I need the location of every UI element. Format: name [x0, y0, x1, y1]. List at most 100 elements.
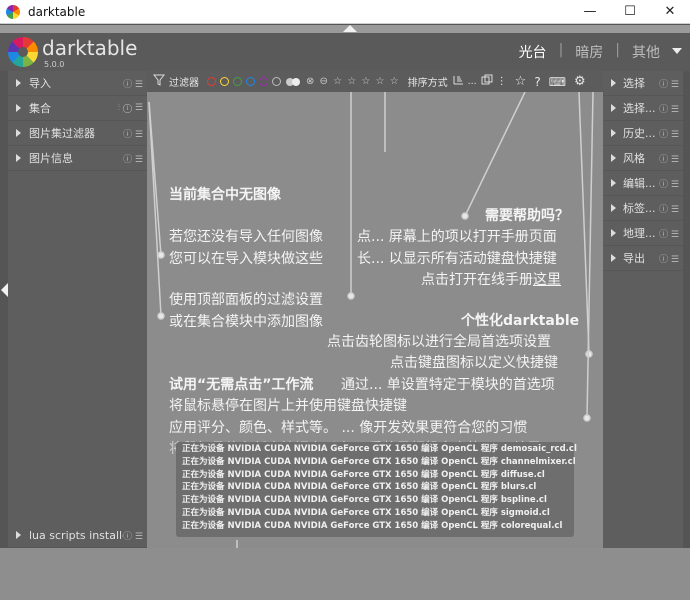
color-label-green-icon[interactable]: [233, 77, 242, 86]
sort-toggle-icon[interactable]: …: [468, 77, 477, 87]
online-manual-link[interactable]: 这里: [533, 272, 561, 288]
import-hint-line2: 您可以在导入模块做这些: [169, 251, 323, 267]
module-label: 选择...: [623, 102, 656, 115]
module-label: 导出: [623, 252, 645, 265]
module-selected-images[interactable]: 选择... ⓘ ☰: [603, 96, 683, 121]
import-hint-line1: 若您还没有导入任何图像: [169, 229, 323, 245]
module-history-stack[interactable]: 历史... ⓘ ☰: [603, 121, 683, 146]
module-controls-icon[interactable]: ⓘ ☰: [659, 102, 679, 115]
grouping-icon[interactable]: ⋮: [497, 76, 507, 87]
opencl-compile-log: 正在为设备 NVIDIA CUDA NVIDIA GeForce GTX 165…: [176, 442, 577, 537]
personalize-hint-line1: 点击齿轮图标以进行全局首选项设置: [327, 334, 551, 350]
module-label: 集合: [29, 102, 51, 115]
module-label: 地理...: [623, 227, 656, 240]
preferences-star-icon[interactable]: ☆: [515, 74, 527, 89]
module-export[interactable]: 导出 ⓘ ☰: [603, 246, 683, 271]
module-label: 选择: [623, 77, 645, 90]
module-label: lua scripts installer: [29, 528, 124, 542]
module-collections[interactable]: 集合 ⫶ ⓘ ☰: [8, 96, 147, 121]
right-panel-toggle-strip[interactable]: [683, 71, 690, 548]
view-separator: |: [615, 42, 620, 58]
log-line: 正在为设备 NVIDIA CUDA NVIDIA GeForce GTX 165…: [182, 456, 576, 467]
maximize-button[interactable]: ☐: [610, 0, 650, 24]
filter-hint-line1: 使用顶部面板的过滤设置: [169, 292, 323, 308]
expand-triangle-icon: [16, 129, 21, 137]
darktable-logo-icon: [8, 37, 38, 67]
module-collection-filters[interactable]: 图片集过滤器 ⓘ ☰: [8, 121, 147, 146]
module-controls-icon[interactable]: ⓘ ☰: [659, 177, 679, 190]
app-icon: [6, 4, 20, 19]
help-hint-line3: 点击打开在线手册这里: [421, 269, 561, 289]
minimize-button[interactable]: —: [570, 0, 610, 24]
gear-icon[interactable]: ⚙: [574, 74, 586, 89]
module-label: 编辑...: [623, 177, 656, 190]
rating-filter[interactable]: ⊗ ⊖ ☆ ☆ ☆ ☆ ☆: [306, 76, 400, 87]
module-styles[interactable]: 风格 ⓘ ☰: [603, 146, 683, 171]
left-panel-toggle-strip[interactable]: [0, 71, 8, 548]
right-panel: 选择 ⓘ ☰ 选择... ⓘ ☰ 历史... ⓘ ☰ 风格 ⓘ ☰ 编辑... …: [603, 71, 683, 548]
overlay-icon[interactable]: [481, 74, 493, 89]
module-controls-icon[interactable]: ⫶ ⓘ ☰: [118, 103, 143, 113]
module-controls-icon[interactable]: ⓘ ☰: [659, 127, 679, 140]
module-label: 图片信息: [29, 152, 73, 165]
views-dropdown-icon[interactable]: [672, 48, 682, 54]
view-lighttable[interactable]: 光台: [519, 42, 547, 62]
module-metadata-editor[interactable]: 编辑... ⓘ ☰: [603, 171, 683, 196]
module-import[interactable]: 导入 ⓘ ☰: [8, 71, 147, 96]
log-line: 正在为设备 NVIDIA CUDA NVIDIA GeForce GTX 165…: [182, 507, 550, 518]
expand-triangle-icon: [16, 104, 21, 112]
module-select[interactable]: 选择 ⓘ ☰: [603, 71, 683, 96]
filter-funnel-icon[interactable]: [152, 74, 166, 89]
help-hint-text: 点击打开在线手册: [421, 272, 533, 288]
expand-triangle-icon: [16, 154, 21, 162]
keyboard-shortcuts-icon[interactable]: ⌨: [549, 75, 566, 89]
module-image-information[interactable]: 图片信息 ⓘ ☰: [8, 146, 147, 171]
left-panel: 导入 ⓘ ☰ 集合 ⫶ ⓘ ☰ 图片集过滤器 ⓘ ☰ 图片信息 ⓘ ☰ lua …: [8, 71, 147, 548]
expand-triangle-icon: [611, 104, 616, 112]
color-label-blue-icon[interactable]: [246, 77, 255, 86]
help-hint-line1: 点... 屏幕上的项以打开手册页面: [357, 229, 557, 245]
module-controls-icon[interactable]: ⓘ ☰: [123, 152, 143, 165]
noclick-hint-line1-tail: 通过... 单设置特定于模块的首选项: [341, 377, 555, 393]
view-other[interactable]: 其他: [632, 42, 660, 62]
filter-toolbar: 过滤器 ⊗ ⊖ ☆ ☆ ☆ ☆ ☆ 排序方式 … ⋮ ☆ ? ⌨ ⚙: [147, 71, 603, 92]
help-icon[interactable]: ?: [534, 75, 540, 89]
color-label-purple-icon[interactable]: [259, 77, 268, 86]
no-images-title: 当前集合中无图像: [169, 187, 281, 203]
module-controls-icon[interactable]: ⓘ ☰: [123, 529, 143, 542]
expand-triangle-icon: [611, 154, 616, 162]
expand-triangle-icon: [16, 79, 21, 87]
collapse-top-arrow-icon[interactable]: [343, 25, 357, 32]
color-label-red-icon[interactable]: [207, 77, 216, 86]
collapse-left-arrow-icon[interactable]: [1, 283, 8, 297]
module-lua-scripts-installer[interactable]: lua scripts installer ⓘ ☰: [8, 523, 147, 548]
module-controls-icon[interactable]: ⓘ ☰: [123, 127, 143, 140]
close-button[interactable]: ✕: [650, 0, 690, 24]
module-controls-icon[interactable]: ⓘ ☰: [659, 252, 679, 265]
color-op-toggle-icon[interactable]: [286, 77, 300, 86]
help-title: 需要帮助吗？: [485, 208, 569, 224]
color-label-gray-icon[interactable]: [272, 77, 281, 86]
log-line: 正在为设备 NVIDIA CUDA NVIDIA GeForce GTX 165…: [182, 482, 537, 493]
sort-order-icon[interactable]: [452, 74, 464, 89]
window-titlebar: darktable — ☐ ✕: [0, 0, 690, 24]
filter-label: 过滤器: [169, 78, 199, 89]
personalize-hint-line2: 点击键盘图标以定义快捷键: [390, 355, 558, 371]
color-label-yellow-icon[interactable]: [220, 77, 229, 86]
module-controls-icon[interactable]: ⓘ ☰: [659, 202, 679, 215]
bottom-panel: [0, 548, 690, 600]
module-geotagging[interactable]: 地理... ⓘ ☰: [603, 221, 683, 246]
module-controls-icon[interactable]: ⓘ ☰: [659, 227, 679, 240]
filter-hint-line2: 或在集合模块中添加图像: [169, 314, 323, 330]
expand-triangle-icon: [611, 229, 616, 237]
view-darkroom[interactable]: 暗房: [575, 42, 603, 62]
expand-triangle-icon: [611, 79, 616, 87]
module-controls-icon[interactable]: ⓘ ☰: [123, 77, 143, 90]
module-label: 标签...: [623, 202, 656, 215]
app-header: darktable 5.0.0 光台 | 暗房 | 其他: [0, 33, 690, 71]
module-tagging[interactable]: 标签... ⓘ ☰: [603, 196, 683, 221]
module-controls-icon[interactable]: ⓘ ☰: [659, 152, 679, 165]
view-switcher: 光台 | 暗房 | 其他: [519, 42, 660, 62]
expand-triangle-icon: [16, 531, 21, 539]
module-controls-icon[interactable]: ⓘ ☰: [659, 77, 679, 90]
